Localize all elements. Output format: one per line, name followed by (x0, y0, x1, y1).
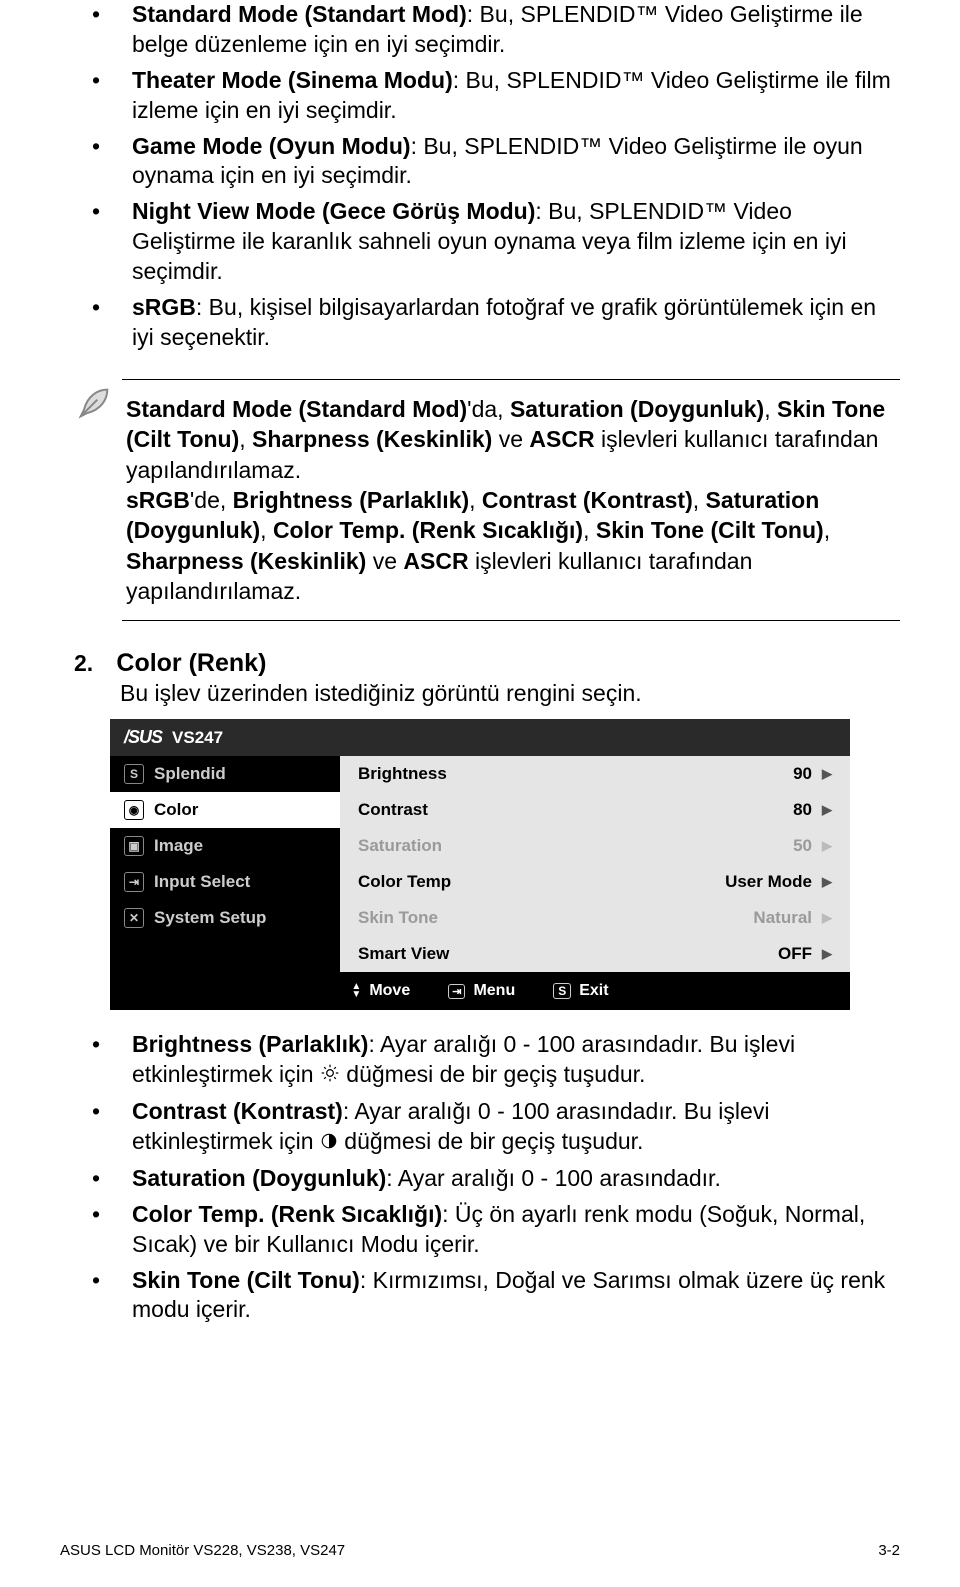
osd-left-menu: SSplendid ◉Color ▣Image ⇥Input Select ✕S… (110, 756, 340, 972)
osd-header: /SUS VS247 (110, 719, 850, 756)
section-color: 2. Color (Renk) Bu işlev üzerinden isted… (60, 649, 900, 709)
chevron-right-icon: ▶ (822, 946, 832, 962)
list-item: Brightness (Parlaklık): Ayar aralığı 0 -… (132, 1030, 900, 1091)
tools-icon: ✕ (124, 908, 144, 928)
sun-icon (320, 1061, 340, 1091)
updown-icon: ▲▼ (351, 983, 361, 999)
osd-row-saturation: Saturation50▶ (340, 828, 850, 864)
s-icon: S (553, 983, 571, 999)
move-hint: ▲▼Move (351, 982, 410, 1000)
menu-hint: ⇥Menu (448, 982, 515, 1000)
exit-hint: SExit (553, 982, 608, 1000)
note-paragraph: sRGB'de, Brightness (Parlaklık), Contras… (126, 485, 896, 606)
osd-row-skintone: Skin ToneNatural▶ (340, 900, 850, 936)
chevron-right-icon: ▶ (822, 802, 832, 818)
osd-item-input: ⇥Input Select (110, 864, 340, 900)
osd-item-color: ◉Color (110, 792, 340, 828)
splendid-mode-list: Standard Mode (Standart Mod): Bu, SPLEND… (60, 0, 900, 353)
chevron-right-icon: ▶ (822, 910, 832, 926)
section-description: Bu işlev üzerinden istediğiniz görüntü r… (60, 678, 900, 709)
list-item: Saturation (Doygunluk): Ayar aralığı 0 -… (132, 1164, 900, 1194)
feather-icon (74, 379, 122, 622)
page-footer: ASUS LCD Monitör VS228, VS238, VS247 3-2 (60, 1542, 900, 1559)
osd-screenshot: /SUS VS247 SSplendid ◉Color ▣Image ⇥Inpu… (110, 719, 850, 1010)
osd-row-contrast: Contrast80▶ (340, 792, 850, 828)
list-item: Standard Mode (Standart Mod): Bu, SPLEND… (132, 0, 900, 60)
osd-footer: ▲▼Move ⇥Menu SExit (110, 972, 850, 1010)
chevron-right-icon: ▶ (822, 766, 832, 782)
osd-item-image: ▣Image (110, 828, 340, 864)
note-box: Standard Mode (Standard Mod)'da, Saturat… (60, 379, 900, 622)
list-item: Skin Tone (Cilt Tonu): Kırmızımsı, Doğal… (132, 1266, 900, 1326)
menu-icon: ⇥ (448, 984, 465, 999)
osd-model: VS247 (172, 728, 223, 748)
osd-item-system: ✕System Setup (110, 900, 340, 936)
color-icon: ◉ (124, 800, 144, 820)
list-item: sRGB: Bu, kişisel bilgisayarlardan fotoğ… (132, 293, 900, 353)
s-icon: S (124, 764, 144, 784)
input-icon: ⇥ (124, 872, 144, 892)
note-content: Standard Mode (Standard Mod)'da, Saturat… (122, 379, 900, 622)
note-paragraph: Standard Mode (Standard Mod)'da, Saturat… (126, 394, 896, 485)
section-heading: 2. Color (Renk) (60, 649, 900, 678)
chevron-right-icon: ▶ (822, 838, 832, 854)
osd-item-splendid: SSplendid (110, 756, 340, 792)
list-item: Contrast (Kontrast): Ayar aralığı 0 - 10… (132, 1097, 900, 1158)
osd-row-brightness: Brightness90▶ (340, 756, 850, 792)
footer-right: 3-2 (878, 1542, 900, 1559)
osd-row-colortemp: Color TempUser Mode▶ (340, 864, 850, 900)
asus-logo: /SUS (124, 727, 162, 748)
image-icon: ▣ (124, 836, 144, 856)
osd-row-smartview: Smart ViewOFF▶ (340, 936, 850, 972)
footer-left: ASUS LCD Monitör VS228, VS238, VS247 (60, 1542, 345, 1559)
list-item: Color Temp. (Renk Sıcaklığı): Üç ön ayar… (132, 1200, 900, 1260)
osd-right-panel: Brightness90▶ Contrast80▶ Saturation50▶ … (340, 756, 850, 972)
list-item: Game Mode (Oyun Modu): Bu, SPLENDID™ Vid… (132, 132, 900, 192)
list-item: Theater Mode (Sinema Modu): Bu, SPLENDID… (132, 66, 900, 126)
list-item: Night View Mode (Gece Görüş Modu): Bu, S… (132, 197, 900, 287)
contrast-icon (320, 1128, 338, 1158)
chevron-right-icon: ▶ (822, 874, 832, 890)
color-settings-list: Brightness (Parlaklık): Ayar aralığı 0 -… (60, 1030, 900, 1325)
